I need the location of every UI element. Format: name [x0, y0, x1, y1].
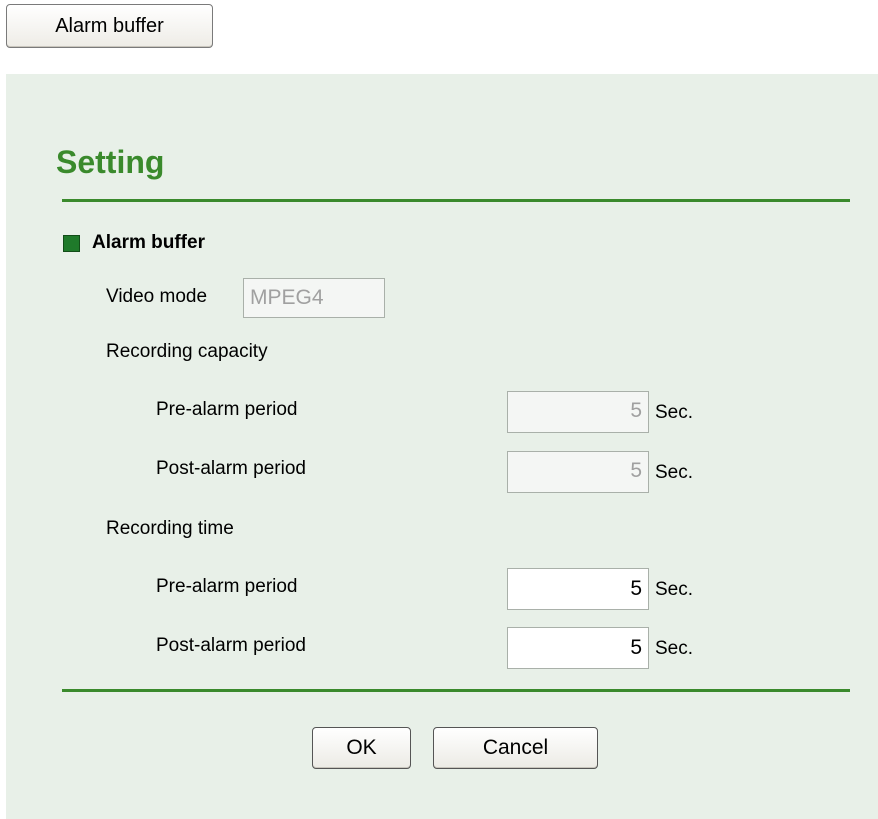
bottom-divider	[62, 689, 850, 692]
recording-time-label: Recording time	[106, 518, 234, 539]
cancel-button[interactable]: Cancel	[433, 727, 598, 769]
capacity-post-alarm-label: Post-alarm period	[156, 458, 306, 479]
alarm-buffer-tab-button[interactable]: Alarm buffer	[6, 4, 213, 48]
time-post-alarm-input[interactable]	[507, 627, 649, 669]
ok-button[interactable]: OK	[312, 727, 411, 769]
capacity-post-alarm-unit: Sec.	[655, 462, 694, 483]
capacity-pre-alarm-field: 5	[507, 391, 649, 433]
video-mode-field: MPEG4	[243, 278, 385, 318]
section-header: Alarm buffer	[63, 230, 205, 256]
time-post-alarm-unit: Sec.	[655, 638, 694, 659]
capacity-post-alarm-field: 5	[507, 451, 649, 493]
time-post-alarm-label: Post-alarm period	[156, 635, 306, 656]
page: Alarm buffer Setting Alarm buffer Video …	[0, 0, 878, 819]
video-mode-label: Video mode	[106, 286, 208, 307]
recording-capacity-label: Recording capacity	[106, 341, 268, 362]
section-label: Alarm buffer	[92, 232, 205, 253]
title-divider	[62, 199, 850, 202]
section-bullet-icon	[63, 234, 80, 252]
settings-panel	[6, 74, 878, 819]
capacity-pre-alarm-unit: Sec.	[655, 402, 694, 423]
time-pre-alarm-label: Pre-alarm period	[156, 576, 298, 597]
time-pre-alarm-unit: Sec.	[655, 579, 694, 600]
capacity-pre-alarm-label: Pre-alarm period	[156, 399, 298, 420]
page-title: Setting	[56, 144, 165, 180]
time-pre-alarm-input[interactable]	[507, 568, 649, 610]
